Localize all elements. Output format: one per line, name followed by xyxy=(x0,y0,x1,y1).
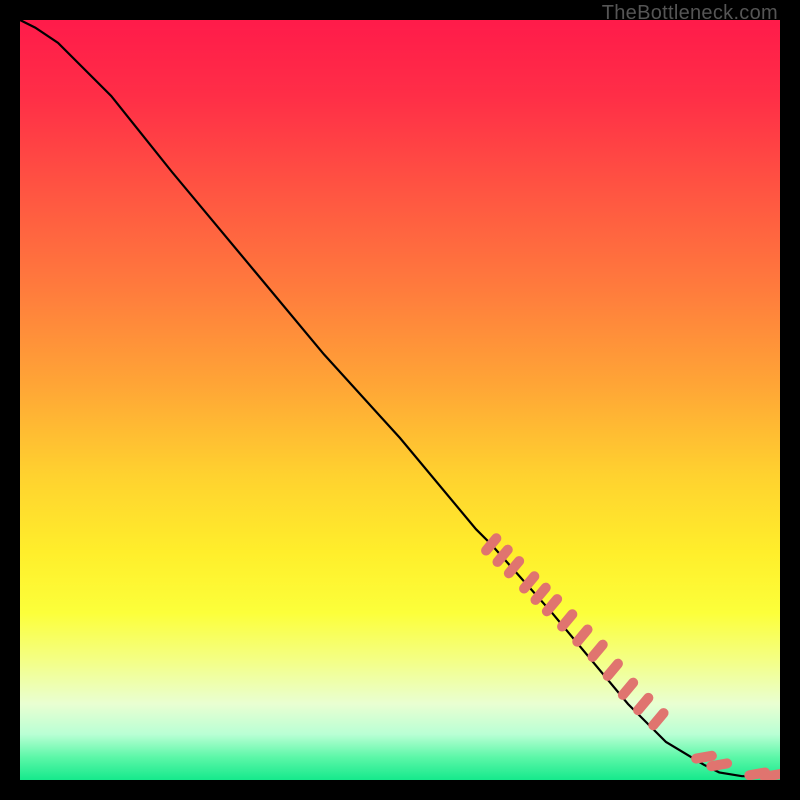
plot-background xyxy=(20,20,780,780)
bottleneck-chart xyxy=(20,20,780,780)
